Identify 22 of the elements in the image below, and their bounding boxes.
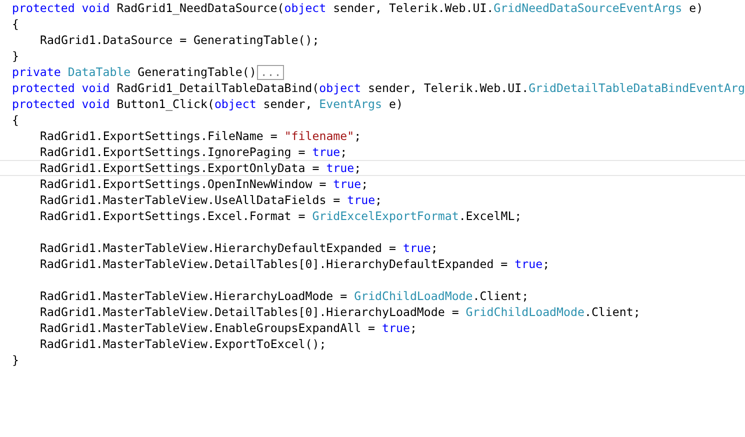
code-line: RadGrid1.ExportSettings.IgnorePaging = true;	[40, 144, 348, 160]
code-line: RadGrid1.ExportSettings.FileName = "filename";	[40, 128, 362, 144]
code-line: RadGrid1.ExportSettings.ExportOnlyData = true;	[40, 160, 362, 176]
code-line: protected void RadGrid1_DetailTableDataBind(object sender, Telerik.Web.UI.GridDetailTableDataBindEventArg	[12, 80, 745, 96]
code-line: RadGrid1.MasterTableView.HierarchyDefaultExpanded = true;	[40, 240, 438, 256]
code-line: }	[12, 352, 19, 368]
code-line: }	[12, 48, 19, 64]
code-line: protected void Button1_Click(object sender, EventArgs e)	[12, 96, 403, 112]
code-line: protected void RadGrid1_NeedDataSource(object sender, Telerik.Web.UI.GridNeedDataSourceEventArgs e)	[12, 0, 704, 16]
code-line: RadGrid1.MasterTableView.DetailTables[0].HierarchyLoadMode = GridChildLoadMode.Client;	[40, 304, 640, 320]
code-line: RadGrid1.MasterTableView.ExportToExcel();	[40, 336, 326, 352]
code-line: RadGrid1.ExportSettings.Excel.Format = GridExcelExportFormat.ExcelML;	[40, 208, 522, 224]
code-line: RadGrid1.ExportSettings.OpenInNewWindow = true;	[40, 176, 368, 192]
code-line: RadGrid1.MasterTableView.EnableGroupsExpandAll = true;	[40, 320, 417, 336]
code-line: {	[12, 16, 19, 32]
collapsed-region-button[interactable]: ...	[257, 64, 284, 80]
code-line: RadGrid1.MasterTableView.HierarchyLoadMode = GridChildLoadMode.Client;	[40, 288, 529, 304]
code-line: private DataTable GeneratingTable()	[12, 64, 256, 80]
code-line: RadGrid1.DataSource = GeneratingTable();	[40, 32, 320, 48]
code-line: RadGrid1.MasterTableView.DetailTables[0].HierarchyDefaultExpanded = true;	[40, 256, 550, 272]
code-line: RadGrid1.MasterTableView.UseAllDataFields = true;	[40, 192, 382, 208]
code-line: {	[12, 112, 19, 128]
